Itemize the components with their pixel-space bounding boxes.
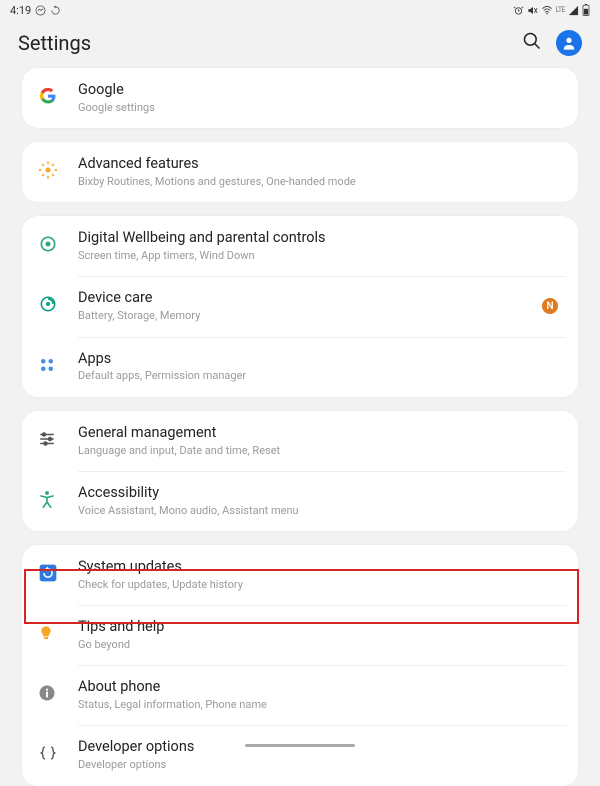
row-sub: Google settings	[78, 101, 562, 115]
system-updates-icon	[38, 563, 58, 587]
row-device-care[interactable]: Device care Battery, Storage, Memory N	[22, 276, 578, 336]
row-title: Digital Wellbeing and parental controls	[78, 229, 562, 248]
row-system-updates[interactable]: System updates Check for updates, Update…	[22, 545, 578, 605]
row-sub: Status, Legal information, Phone name	[78, 698, 562, 712]
row-apps[interactable]: Apps Default apps, Permission manager	[22, 337, 578, 397]
settings-header: Settings	[0, 20, 600, 68]
signal-icon	[568, 5, 579, 16]
row-google[interactable]: Google Google settings	[22, 68, 578, 128]
accessibility-icon	[38, 489, 56, 513]
sync-icon	[50, 5, 61, 16]
row-title: Google	[78, 81, 562, 100]
row-sub: Battery, Storage, Memory	[78, 309, 542, 323]
mute-icon	[527, 5, 538, 16]
navigation-handle[interactable]	[245, 744, 355, 747]
settings-card: Google Google settings	[22, 68, 578, 128]
settings-card: Digital Wellbeing and parental controls …	[22, 216, 578, 396]
apps-icon	[38, 356, 56, 378]
lightbulb-icon	[38, 623, 54, 647]
row-title: Apps	[78, 350, 562, 369]
row-title: General management	[78, 424, 562, 443]
notification-badge: N	[542, 298, 558, 314]
account-avatar[interactable]	[556, 30, 582, 56]
row-title: Accessibility	[78, 484, 562, 503]
info-icon	[38, 684, 56, 706]
wifi-icon	[541, 5, 553, 16]
row-title: Advanced features	[78, 155, 562, 174]
row-title: Developer options	[78, 738, 562, 757]
google-icon	[38, 86, 58, 110]
row-sub: Go beyond	[78, 638, 562, 652]
status-time: 4:19	[10, 4, 31, 17]
settings-list: Google Google settings Advanced features…	[0, 68, 600, 786]
device-care-icon	[38, 294, 58, 318]
gear-advanced-icon	[38, 160, 58, 184]
row-accessibility[interactable]: Accessibility Voice Assistant, Mono audi…	[22, 471, 578, 531]
row-general-management[interactable]: General management Language and input, D…	[22, 411, 578, 471]
sliders-icon	[38, 430, 56, 452]
settings-card: General management Language and input, D…	[22, 411, 578, 531]
wellbeing-icon	[38, 234, 58, 258]
row-sub: Developer options	[78, 758, 562, 772]
row-title: System updates	[78, 558, 562, 577]
row-developer-options[interactable]: Developer options Developer options	[22, 725, 578, 785]
row-sub: Voice Assistant, Mono audio, Assistant m…	[78, 504, 562, 518]
settings-card: Advanced features Bixby Routines, Motion…	[22, 142, 578, 202]
row-advanced-features[interactable]: Advanced features Bixby Routines, Motion…	[22, 142, 578, 202]
row-digital-wellbeing[interactable]: Digital Wellbeing and parental controls …	[22, 216, 578, 276]
status-bar: 4:19 LTE	[0, 0, 600, 20]
code-braces-icon	[38, 744, 58, 766]
row-tips-help[interactable]: Tips and help Go beyond	[22, 605, 578, 665]
settings-card: System updates Check for updates, Update…	[22, 545, 578, 786]
row-about-phone[interactable]: About phone Status, Legal information, P…	[22, 665, 578, 725]
row-title: Tips and help	[78, 618, 562, 637]
row-sub: Default apps, Permission manager	[78, 369, 562, 383]
row-sub: Screen time, App timers, Wind Down	[78, 249, 562, 263]
page-title: Settings	[18, 31, 91, 55]
battery-icon	[582, 4, 590, 16]
row-sub: Check for updates, Update history	[78, 578, 562, 592]
row-sub: Language and input, Date and time, Reset	[78, 444, 562, 458]
alarm-icon	[513, 5, 524, 16]
search-icon[interactable]	[522, 31, 542, 55]
row-title: Device care	[78, 289, 542, 308]
lte-label: LTE	[556, 6, 566, 14]
row-title: About phone	[78, 678, 562, 697]
messenger-icon	[35, 5, 46, 16]
row-sub: Bixby Routines, Motions and gestures, On…	[78, 175, 562, 189]
